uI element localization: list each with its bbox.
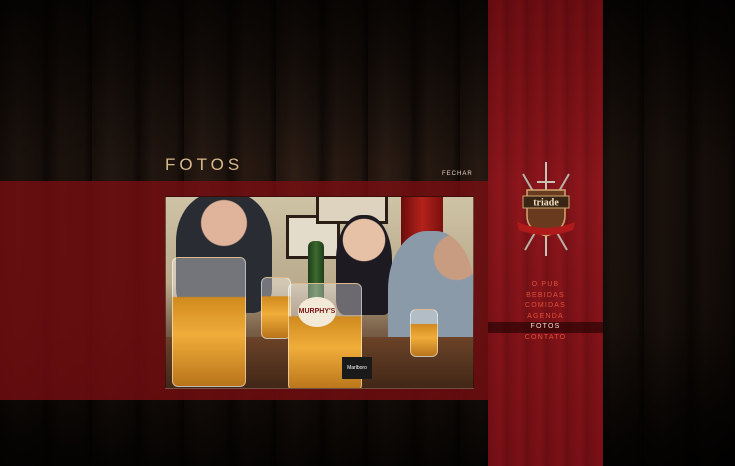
cigarette-pack: Marlboro [342,357,372,379]
main-menu: O PUB BEBIDAS COMIDAS AGENDA FOTOS CONTA… [488,280,603,343]
menu-item-fotos[interactable]: FOTOS [488,322,603,333]
bottle-label: MURPHY'S [298,297,336,327]
menu-item-o-pub[interactable]: O PUB [488,280,603,291]
logo-text: triade [533,198,559,209]
beer-glass [261,277,291,339]
gallery-photo[interactable]: MURPHY'S Marlboro [165,196,474,389]
page-title: FOTOS [165,155,244,174]
beer-glass [410,309,438,357]
menu-item-bebidas[interactable]: BEBIDAS [488,291,603,302]
triade-logo-icon[interactable]: triade [515,160,577,260]
beer-glass [172,257,246,387]
menu-item-comidas[interactable]: COMIDAS [488,301,603,312]
menu-item-agenda[interactable]: AGENDA [488,312,603,323]
menu-item-contato[interactable]: CONTATO [488,333,603,344]
close-button[interactable]: FECHAR [442,171,473,177]
